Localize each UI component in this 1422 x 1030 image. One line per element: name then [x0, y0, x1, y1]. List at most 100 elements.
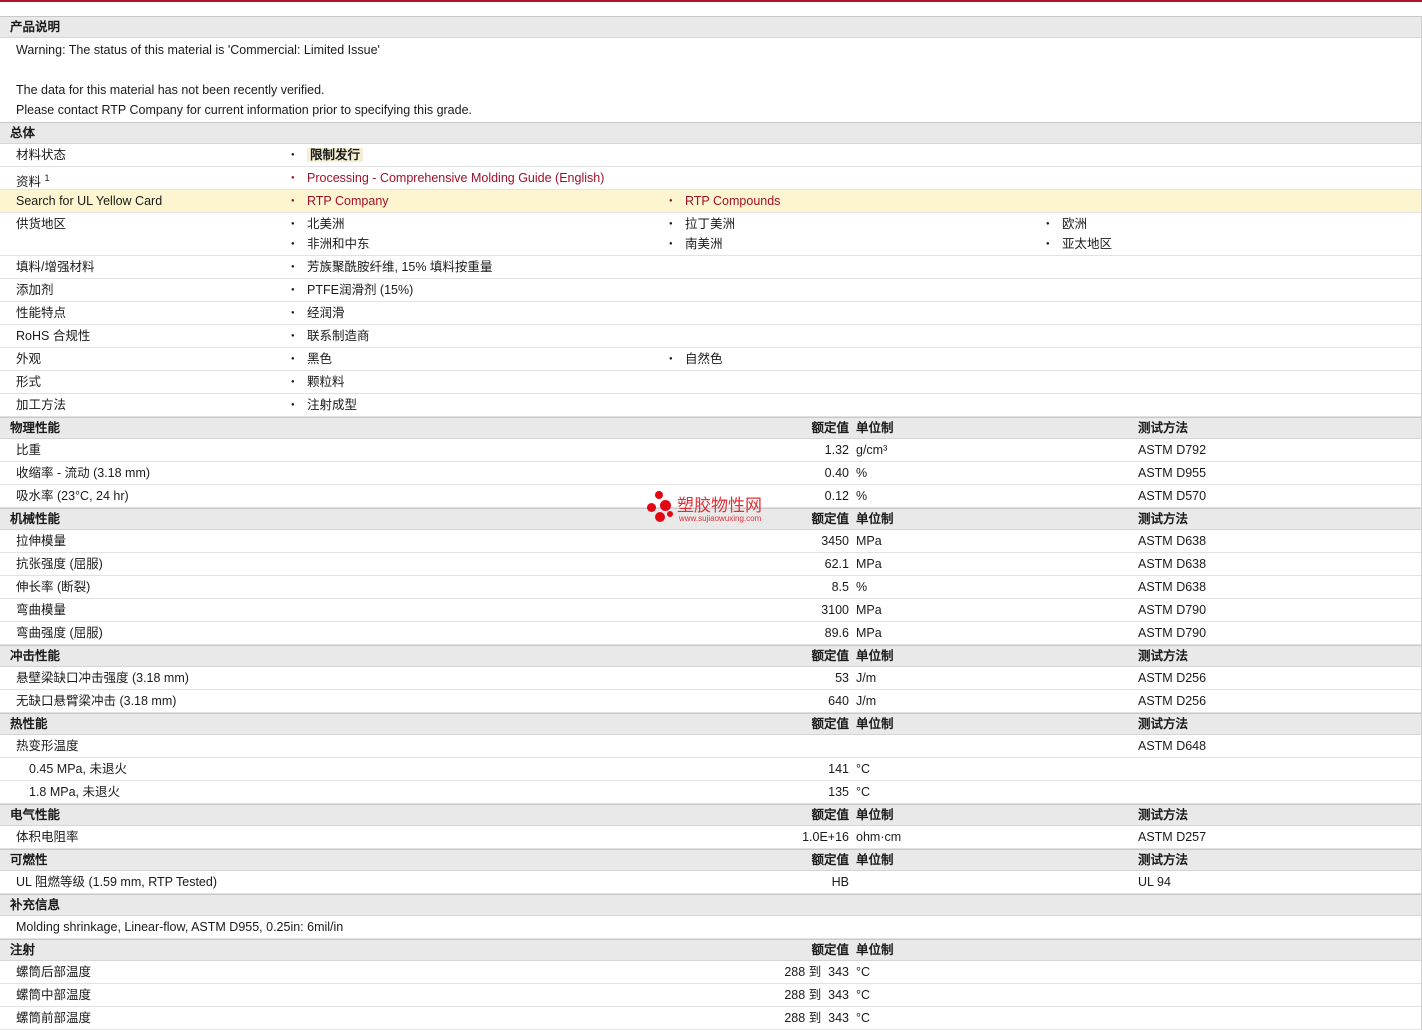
watermark-text: 塑胶物性网 — [677, 496, 762, 516]
row-availability: 供货地区 北美洲 拉丁美洲 欧洲 非洲和中东 南美洲 亚太地区 — [0, 213, 1421, 256]
description-line: Please contact RTP Company for current i… — [16, 103, 473, 117]
row-label: 拉伸模量 — [16, 534, 67, 548]
list-item: 自然色 — [669, 348, 723, 370]
row-label: Search for UL Yellow Card — [16, 194, 163, 208]
test-method: ASTM D257 — [1138, 830, 1207, 844]
unit: MPa — [856, 557, 882, 571]
table-row: 热变形温度 ASTM D648 — [0, 735, 1421, 758]
unit: °C — [856, 1011, 871, 1025]
row-appearance: 外观 黑色 自然色 — [0, 348, 1421, 371]
value: HB — [831, 875, 849, 889]
section-title: 总体 — [10, 126, 36, 140]
test-method: ASTM D638 — [1138, 557, 1207, 571]
link-rtp-company[interactable]: RTP Company — [291, 190, 389, 212]
row-label: 体积电阻率 — [16, 830, 79, 844]
unit: % — [856, 580, 868, 594]
section-header-physical: 物理性能 额定值 单位制 测试方法 — [0, 417, 1421, 439]
row-label: 吸水率 (23°C, 24 hr) — [16, 489, 129, 503]
section-header-injection: 注射 额定值 单位制 — [0, 939, 1421, 961]
value: 640 — [828, 694, 849, 708]
description-line — [16, 60, 1405, 80]
column-header-unit: 单位制 — [856, 808, 894, 822]
row-processing-method: 加工方法 注射成型 — [0, 394, 1421, 417]
section-title: 电气性能 — [10, 808, 61, 822]
logo-dot-icon — [655, 512, 665, 522]
section-title: 机械性能 — [10, 512, 61, 526]
value: 288 到 343 — [784, 1011, 849, 1025]
row-label: 伸长率 (断裂) — [16, 580, 91, 594]
column-header-unit: 单位制 — [856, 512, 894, 526]
column-header-unit: 单位制 — [856, 649, 894, 663]
unit: °C — [856, 785, 871, 799]
unit: °C — [856, 988, 871, 1002]
list-item: 北美洲 — [291, 213, 345, 235]
row-forms: 形式 颗粒料 — [0, 371, 1421, 394]
row-resources: 资料 1 Processing - Comprehensive Molding … — [0, 167, 1421, 190]
value: 288 到 343 — [784, 988, 849, 1002]
table-row: 螺筒前部温度 288 到 343 °C — [0, 1007, 1421, 1030]
test-method: ASTM D256 — [1138, 694, 1207, 708]
section-title: 可燃性 — [10, 853, 48, 867]
table-row: 1.8 MPa, 未退火 135 °C — [0, 781, 1421, 804]
table-row: 螺筒中部温度 288 到 343 °C — [0, 984, 1421, 1007]
description-block: Warning: The status of this material is … — [0, 38, 1421, 122]
unit: °C — [856, 762, 871, 776]
unit: J/m — [856, 694, 877, 708]
list-item: 经润滑 — [291, 302, 345, 324]
table-row: 无缺口悬臂梁冲击 (3.18 mm) 640 J/m ASTM D256 — [0, 690, 1421, 713]
value: 135 — [828, 785, 849, 799]
table-row: 拉伸模量 3450 MPa ASTM D638 — [0, 530, 1421, 553]
row-ul-yellow-card: Search for UL Yellow Card RTP Company RT… — [0, 190, 1421, 213]
row-label: 螺筒后部温度 — [16, 965, 92, 979]
test-method: ASTM D790 — [1138, 626, 1207, 640]
additional-info-text: Molding shrinkage, Linear-flow, ASTM D95… — [16, 920, 344, 934]
unit: % — [856, 489, 868, 503]
column-header-nominal: 额定值 — [811, 649, 849, 663]
row-label: 比重 — [16, 443, 42, 457]
column-header-test: 测试方法 — [1138, 808, 1189, 822]
logo-dot-icon — [660, 500, 671, 511]
description-line: Warning: The status of this material is … — [16, 43, 380, 57]
row-additive: 添加剂 PTFE润滑剂 (15%) — [0, 279, 1421, 302]
row-label: RoHS 合规性 — [16, 329, 91, 343]
column-header-nominal: 额定值 — [811, 808, 849, 822]
list-item: 联系制造商 — [291, 325, 370, 347]
unit: J/m — [856, 671, 877, 685]
column-header-nominal: 额定值 — [811, 421, 849, 435]
row-label: 1.8 MPa, 未退火 — [29, 785, 120, 799]
row-label: 抗张强度 (屈服) — [16, 557, 103, 571]
link-rtp-compounds[interactable]: RTP Compounds — [669, 190, 780, 212]
logo-dot-icon — [667, 511, 673, 517]
row-label: 弯曲模量 — [16, 603, 67, 617]
list-item: 欧洲 — [1046, 213, 1087, 235]
value: 0.40 — [824, 466, 849, 480]
list-item: 非洲和中东 — [291, 233, 370, 255]
column-header-nominal: 额定值 — [811, 943, 849, 957]
row-filler: 填料/增强材料 芳族聚酰胺纤维, 15% 填料按重量 — [0, 256, 1421, 279]
section-header-additional: 补充信息 — [0, 894, 1421, 916]
value: 3100 — [821, 603, 849, 617]
section-header-general: 总体 — [0, 122, 1421, 144]
section-title: 热性能 — [10, 717, 48, 731]
column-header-test: 测试方法 — [1138, 853, 1189, 867]
value: 141 — [828, 762, 849, 776]
column-header-unit: 单位制 — [856, 717, 894, 731]
row-label: 外观 — [16, 352, 42, 366]
list-item: 拉丁美洲 — [669, 213, 735, 235]
unit: MPa — [856, 603, 882, 617]
value: 53 — [835, 671, 849, 685]
link-molding-guide[interactable]: Processing - Comprehensive Molding Guide… — [291, 167, 604, 189]
test-method: ASTM D648 — [1138, 739, 1207, 753]
test-method: ASTM D955 — [1138, 466, 1207, 480]
table-row: 收缩率 - 流动 (3.18 mm) 0.40% ASTM D955 — [0, 462, 1421, 485]
row-label: 加工方法 — [16, 398, 67, 412]
row-label: 0.45 MPa, 未退火 — [29, 762, 127, 776]
row-label: UL 阻燃等级 (1.59 mm, RTP Tested) — [16, 875, 217, 889]
section-header-thermal: 热性能 额定值 单位制 测试方法 — [0, 713, 1421, 735]
column-header-unit: 单位制 — [856, 943, 894, 957]
value: 8.5 — [831, 580, 849, 594]
row-rohs: RoHS 合规性 联系制造商 — [0, 325, 1421, 348]
table-row: 体积电阻率 1.0E+16 ohm·cm ASTM D257 — [0, 826, 1421, 849]
section-title: 冲击性能 — [10, 649, 61, 663]
list-item: 颗粒料 — [291, 371, 345, 393]
